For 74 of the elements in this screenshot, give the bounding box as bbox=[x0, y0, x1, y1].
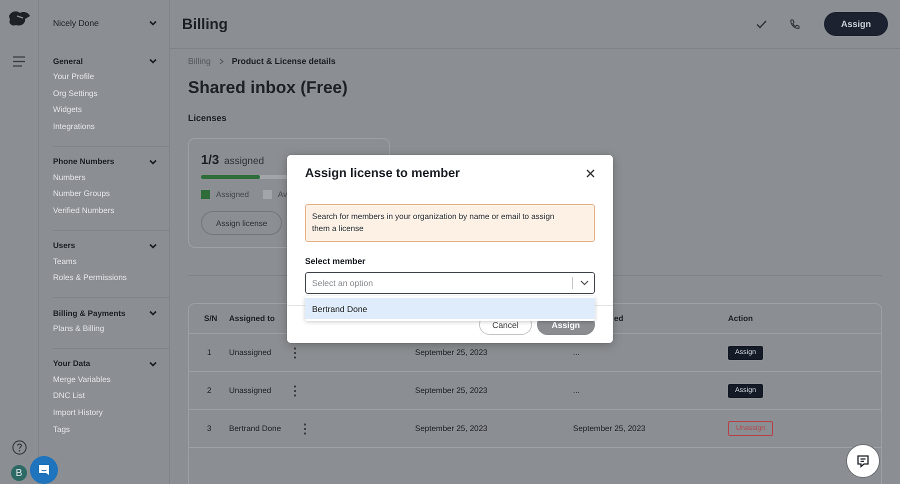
column-header: S/N bbox=[203, 314, 218, 323]
sidebar-section-title[interactable]: Users bbox=[53, 241, 76, 250]
table-cell-text: 1 bbox=[206, 348, 212, 357]
section-heading: Licenses bbox=[188, 113, 228, 123]
table-cell: Unassigned bbox=[229, 386, 272, 395]
chevron-icon[interactable] bbox=[149, 158, 157, 165]
close-icon bbox=[586, 168, 595, 178]
close-button[interactable] bbox=[586, 168, 595, 178]
chat-icon bbox=[38, 464, 50, 476]
legend-label: Av bbox=[278, 190, 288, 199]
table-cell: Unassigned bbox=[229, 348, 272, 357]
feedback-button[interactable] bbox=[846, 444, 880, 478]
more-icon[interactable] bbox=[293, 346, 298, 358]
account-name[interactable]: Nicely Done bbox=[53, 18, 99, 28]
chevron-icon[interactable] bbox=[149, 242, 157, 249]
sidebar-item[interactable]: Widgets bbox=[53, 105, 82, 114]
sidebar-item[interactable]: Merge Variables bbox=[53, 374, 111, 384]
sidebar-item[interactable]: Teams bbox=[53, 256, 77, 266]
user-avatar[interactable]: B bbox=[11, 465, 27, 481]
table-cell: September 25, 2023 bbox=[415, 386, 488, 395]
sidebar-item[interactable]: DNC List bbox=[53, 391, 86, 400]
check-icon[interactable] bbox=[756, 20, 767, 28]
sidebar-section-title[interactable]: Phone Numbers bbox=[53, 157, 114, 166]
table-cell: Bertrand Done bbox=[229, 424, 282, 433]
sidebar-section-title[interactable]: Your Data bbox=[53, 359, 90, 368]
table-cell: September 25, 2023 bbox=[415, 424, 488, 433]
member-select[interactable]: Select an option bbox=[305, 272, 595, 294]
sidebar-item[interactable]: Integrations bbox=[53, 122, 95, 131]
sidebar-item[interactable]: Plans & Billing bbox=[53, 324, 104, 334]
license-count: 1/3 bbox=[201, 152, 220, 167]
column-header: ed bbox=[613, 314, 624, 323]
legend-label: Assigned bbox=[216, 190, 249, 199]
chevron-icon[interactable] bbox=[149, 58, 157, 64]
sidebar-item[interactable]: Roles & Permissions bbox=[53, 273, 127, 282]
page-title: Shared inbox (Free) bbox=[188, 78, 349, 98]
page-header-title: Billing bbox=[182, 16, 229, 32]
sidebar-section-title[interactable]: Billing & Payments bbox=[53, 308, 126, 318]
table-cell: ... bbox=[573, 348, 580, 357]
table-cell: September 25, 2023 bbox=[415, 348, 488, 357]
assign-button[interactable]: Assign bbox=[824, 12, 888, 36]
chevron-icon[interactable] bbox=[149, 360, 157, 367]
sidebar-section-title[interactable]: General bbox=[53, 56, 83, 66]
sidebar-item[interactable]: Numbers bbox=[53, 172, 86, 182]
chat-launcher[interactable] bbox=[30, 456, 58, 484]
sidebar-item[interactable]: Org Settings bbox=[53, 88, 98, 98]
info-message: Search for members in your organization by name or email to assign them a license bbox=[305, 204, 595, 242]
more-icon[interactable] bbox=[293, 384, 298, 396]
more-icon[interactable] bbox=[303, 422, 308, 434]
table-cell: September 25, 2023 bbox=[573, 424, 646, 433]
chevron-down-icon bbox=[580, 280, 588, 286]
sidebar-item[interactable]: Import History bbox=[53, 408, 103, 418]
sidebar-item[interactable]: Tags bbox=[53, 424, 70, 434]
chevron-icon[interactable] bbox=[149, 310, 157, 316]
chevron-icon[interactable] bbox=[149, 20, 157, 26]
member-option[interactable]: Bertrand Done bbox=[305, 298, 595, 319]
dialog-title: Assign license to member bbox=[305, 166, 460, 180]
breadcrumb-current: Product & License details bbox=[232, 56, 336, 66]
phone-icon[interactable] bbox=[788, 18, 800, 30]
sidebar-item[interactable]: Number Groups bbox=[53, 189, 110, 198]
table-cell: ... bbox=[573, 386, 580, 395]
license-count-label: assigned bbox=[224, 156, 264, 167]
message-icon bbox=[856, 454, 870, 468]
column-header: Assigned to bbox=[229, 314, 275, 323]
chevron-right-icon bbox=[218, 58, 224, 64]
logo-icon bbox=[7, 10, 31, 28]
table-cell-text: 2 bbox=[206, 386, 212, 395]
assign-license-button[interactable]: Assign license bbox=[201, 211, 282, 235]
field-label: Select member bbox=[305, 256, 366, 266]
menu-icon[interactable] bbox=[12, 56, 26, 67]
sidebar-item[interactable]: Verified Numbers bbox=[53, 206, 114, 215]
sidebar-item[interactable]: Your Profile bbox=[53, 72, 94, 81]
table-cell-text: 3 bbox=[206, 424, 212, 433]
help-icon[interactable] bbox=[12, 440, 26, 455]
column-header: Action bbox=[728, 314, 753, 323]
